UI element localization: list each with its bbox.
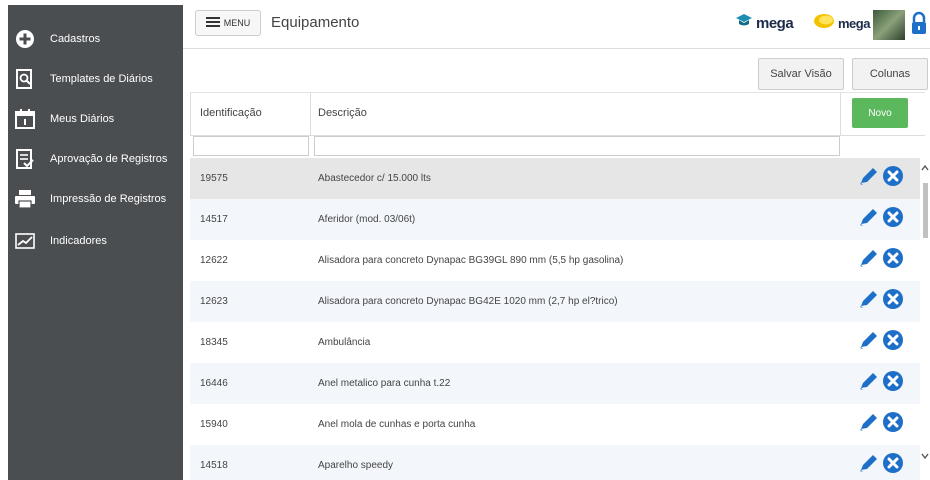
graduation-cap-icon (735, 13, 753, 34)
sidebar-item-cadastros[interactable]: Cadastros (8, 25, 183, 53)
sidebar-item-templates[interactable]: Templates de Diários (8, 65, 183, 93)
calendar-icon (12, 108, 38, 130)
table-row[interactable]: 18345 Ambulância (190, 322, 920, 363)
row-actions (858, 165, 904, 192)
cell-descricao: Anel metalico para cunha t.22 (318, 378, 451, 389)
cell-descricao: Aferidor (mod. 03/06t) (318, 214, 416, 225)
plus-circle-icon (12, 28, 38, 50)
sun-icon (813, 13, 835, 34)
mega-logo-secondary: mega (813, 13, 870, 34)
delete-x-icon[interactable] (882, 206, 904, 233)
table-row[interactable]: 16446 Anel metalico para cunha t.22 (190, 363, 920, 404)
user-photo (873, 10, 905, 40)
chart-icon (12, 230, 38, 252)
cell-identificacao: 18345 (200, 337, 228, 348)
edit-pencil-icon[interactable] (858, 412, 880, 437)
hamburger-icon (205, 17, 220, 29)
column-header-identificacao[interactable]: Identificação (200, 107, 262, 119)
filter-identificacao-input[interactable] (193, 136, 309, 156)
cell-descricao: Alisadora para concreto Dynapac BG42E 10… (318, 296, 618, 307)
column-header-descricao[interactable]: Descrição (318, 107, 367, 119)
cell-descricao: Anel mola de cunhas e porta cunha (318, 419, 476, 430)
sidebar-item-impressao[interactable]: Impressão de Registros (8, 185, 183, 213)
row-actions (858, 370, 904, 397)
cell-descricao: Ambulância (318, 337, 371, 348)
table-row[interactable]: 14517 Aferidor (mod. 03/06t) (190, 199, 920, 240)
cell-identificacao: 12622 (200, 255, 228, 266)
table-row[interactable]: 14518 Aparelho speedy (190, 445, 920, 480)
table-row[interactable]: 15940 Anel mola de cunhas e porta cunha (190, 404, 920, 445)
edit-pencil-icon[interactable] (858, 289, 880, 314)
cell-identificacao: 16446 (200, 378, 228, 389)
sidebar-item-label: Cadastros (50, 33, 101, 45)
row-actions (858, 206, 904, 233)
logo-text: mega (756, 15, 794, 32)
sidebar-item-label: Meus Diários (50, 113, 115, 125)
checklist-icon (12, 148, 38, 170)
sidebar-item-label: Impressão de Registros (50, 193, 167, 205)
delete-x-icon[interactable] (882, 411, 904, 438)
cell-identificacao: 19575 (200, 173, 228, 184)
sidebar-item-label: Indicadores (50, 235, 107, 247)
edit-pencil-icon[interactable] (858, 166, 880, 191)
new-button[interactable]: Novo (852, 98, 908, 128)
row-actions (858, 288, 904, 315)
edit-pencil-icon[interactable] (858, 453, 880, 478)
row-actions (858, 329, 904, 356)
columns-button[interactable]: Colunas (852, 58, 928, 90)
lock-icon[interactable] (911, 11, 927, 40)
scrollbar[interactable] (920, 158, 930, 480)
document-search-icon (12, 68, 38, 90)
sidebar: Cadastros Templates de Diários Meus Diár… (8, 5, 183, 480)
sidebar-item-label: Aprovação de Registros (50, 153, 168, 165)
cell-identificacao: 14518 (200, 460, 228, 471)
delete-x-icon[interactable] (882, 329, 904, 356)
menu-label: MENU (223, 18, 251, 28)
mega-logo: mega (735, 13, 794, 34)
sidebar-item-meus-diarios[interactable]: Meus Diários (8, 105, 183, 133)
cell-descricao: Abastecedor c/ 15.000 lts (318, 173, 431, 184)
logo-text: mega (838, 16, 870, 31)
menu-button[interactable]: MENU (195, 10, 261, 36)
delete-x-icon[interactable] (882, 452, 904, 479)
cell-descricao: Alisadora para concreto Dynapac BG39GL 8… (318, 255, 624, 266)
table-row[interactable]: 12622 Alisadora para concreto Dynapac BG3… (190, 240, 920, 281)
table-row[interactable]: 12623 Alisadora para concreto Dynapac BG4… (190, 281, 920, 322)
data-table: Identificação Descrição Novo 19575 Abaste… (190, 92, 930, 480)
sidebar-item-aprovacao[interactable]: Aprovação de Registros (8, 145, 183, 173)
edit-pencil-icon[interactable] (858, 330, 880, 355)
delete-x-icon[interactable] (882, 247, 904, 274)
sidebar-item-indicadores[interactable]: Indicadores (8, 227, 183, 255)
cell-identificacao: 12623 (200, 296, 228, 307)
sidebar-item-label: Templates de Diários (50, 73, 153, 85)
row-actions (858, 247, 904, 274)
table-row[interactable]: 19575 Abastecedor c/ 15.000 lts (190, 158, 920, 199)
row-actions (858, 411, 904, 438)
edit-pencil-icon[interactable] (858, 248, 880, 273)
edit-pencil-icon[interactable] (858, 207, 880, 232)
table-header: Identificação Descrição Novo (190, 92, 925, 136)
cell-descricao: Aparelho speedy (318, 460, 394, 471)
delete-x-icon[interactable] (882, 288, 904, 315)
page-title: Equipamento (271, 14, 360, 31)
cell-identificacao: 15940 (200, 419, 228, 430)
save-view-button[interactable]: Salvar Visão (758, 58, 844, 90)
delete-x-icon[interactable] (882, 370, 904, 397)
row-actions (858, 452, 904, 479)
delete-x-icon[interactable] (882, 165, 904, 192)
edit-pencil-icon[interactable] (858, 371, 880, 396)
printer-icon (12, 188, 38, 210)
filter-descricao-input[interactable] (314, 136, 840, 156)
top-bar: MENU Equipamento mega mega (183, 0, 930, 49)
cell-identificacao: 14517 (200, 214, 228, 225)
